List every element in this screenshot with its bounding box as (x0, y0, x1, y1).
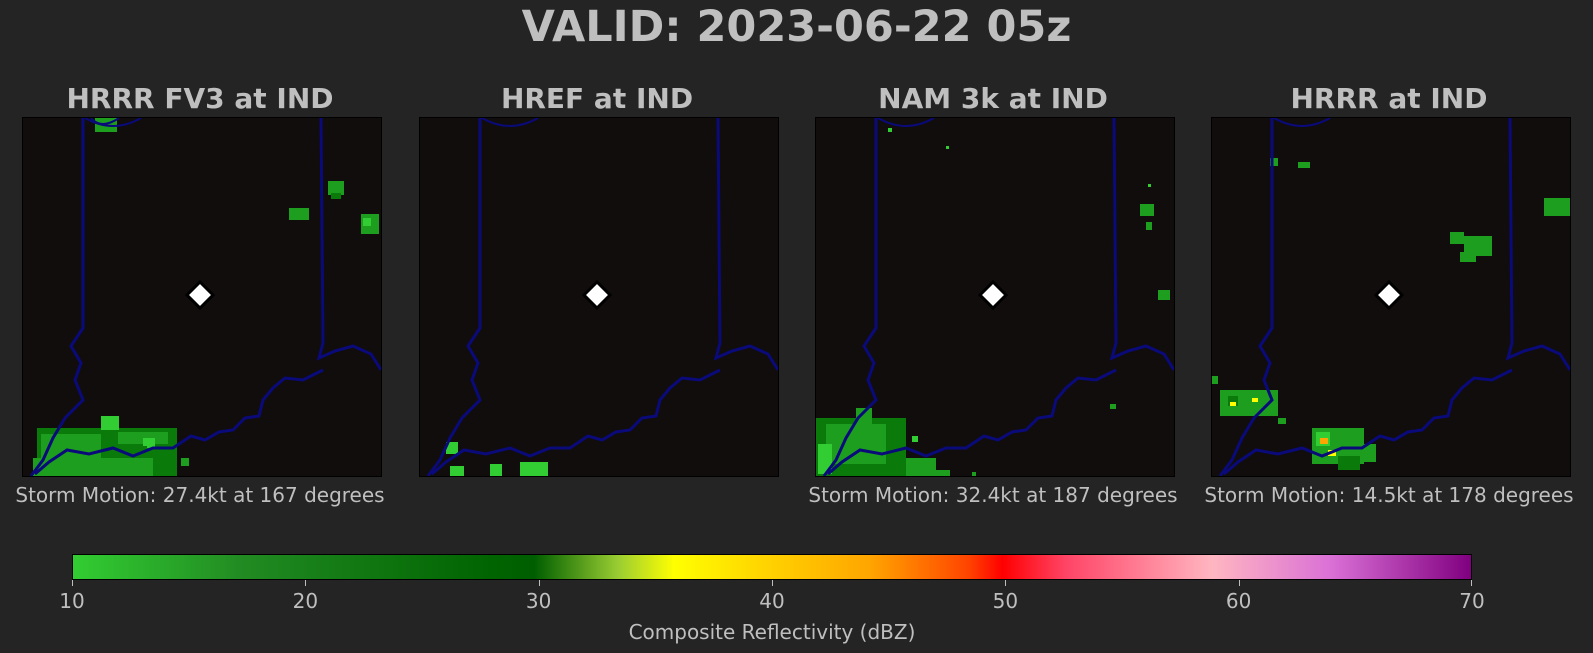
reflectivity-map (419, 117, 779, 477)
echo-cell (331, 193, 341, 199)
western-border (29, 118, 85, 476)
panel-nam-3k: NAM 3k at IND Storm Motion: 32.4kt at 18… (793, 80, 1193, 510)
echo-cell (1278, 418, 1286, 424)
echo-cells (446, 442, 548, 476)
echo-cell (936, 470, 950, 476)
chart-title: VALID: 2023-06-22 05z (521, 2, 1072, 52)
station-marker (1373, 279, 1405, 311)
echo-cell (1544, 198, 1570, 216)
colorbar-label: Composite Reflectivity (dBZ) (628, 620, 916, 644)
echo-cell (1460, 252, 1476, 262)
echo-cell (906, 458, 936, 476)
colorbar-tick-label: 50 (992, 589, 1019, 613)
echo-cell (912, 436, 918, 442)
echo-cell (363, 218, 371, 226)
colorbar-tick (1005, 580, 1007, 586)
northern-arc (1273, 118, 1331, 127)
echo-cell (1140, 204, 1154, 216)
panel-title: NAM 3k at IND (878, 82, 1108, 115)
colorbar-tick-label: 20 (292, 589, 319, 613)
panel-title: HRRR at IND (1290, 82, 1488, 115)
map-svg (426, 118, 778, 476)
colorbar-tick-label: 70 (1459, 589, 1485, 613)
northern-arc (481, 118, 539, 127)
western-border (1218, 118, 1274, 476)
echo-cell (946, 146, 949, 149)
panel-title: HREF at IND (500, 82, 694, 115)
echo-cell (1230, 402, 1236, 406)
eastern-border (316, 118, 381, 371)
echo-cell (1320, 438, 1328, 444)
colorbar-tick-label: 60 (1225, 589, 1252, 613)
colorbar-tick (1471, 580, 1472, 586)
colorbar-gradient (72, 554, 1472, 580)
station-marker (977, 279, 1009, 311)
map-svg (1212, 118, 1570, 476)
storm-motion-label: Storm Motion: 27.4kt at 167 degrees (15, 483, 385, 507)
echo-cell (1146, 222, 1152, 230)
reflectivity-map (22, 117, 382, 477)
map-svg (816, 118, 1174, 476)
panel-href: HREF at IND (397, 80, 797, 510)
colorbar-tick (305, 580, 307, 586)
panel-hrrr: HRRR at IND Storm Motion: 14.5kt at 178 … (1189, 80, 1589, 510)
storm-motion-label: Storm Motion: 32.4kt at 187 degrees (808, 483, 1178, 507)
panel-hrrr-fv3: HRRR FV3 at IND Storm Motion: 27.4kt at … (0, 80, 400, 510)
echo-cell (181, 458, 189, 466)
echo-cell (1158, 290, 1170, 300)
panel-title: HRRR FV3 at IND (66, 82, 334, 115)
echo-cell (520, 462, 548, 476)
colorbar-tick (538, 580, 540, 586)
colorbar-ticks: 10 20 30 40 50 60 70 (59, 580, 1485, 613)
northern-arc (877, 118, 935, 127)
eastern-border (1505, 118, 1570, 371)
echo-cell (1252, 398, 1258, 402)
echo-cell (1450, 232, 1464, 244)
colorbar-tick-label: 40 (759, 589, 785, 613)
station-marker (184, 279, 216, 311)
echo-cell (490, 464, 502, 476)
echo-cell (289, 208, 309, 220)
echo-cells (1212, 158, 1570, 470)
colorbar-tick (72, 580, 73, 586)
storm-motion-label: Storm Motion: 14.5kt at 178 degrees (1204, 483, 1574, 507)
eastern-border (713, 118, 778, 371)
echo-cell (450, 466, 464, 476)
echo-cell (101, 416, 119, 430)
echo-cell (1148, 184, 1151, 187)
western-border (426, 118, 482, 476)
colorbar-tick (1238, 580, 1240, 586)
colorbar-tick-label: 10 (59, 589, 85, 613)
echo-cell (826, 424, 886, 464)
station-marker (581, 279, 613, 311)
colorbar: 10 20 30 40 50 60 70 (59, 554, 1485, 613)
echo-cell (328, 181, 344, 195)
map-svg (29, 118, 381, 476)
colorbar-tick-label: 30 (525, 589, 552, 613)
echo-cell (1338, 456, 1360, 470)
eastern-border (1109, 118, 1174, 371)
echo-cell (1110, 404, 1116, 409)
reflectivity-map (815, 117, 1175, 477)
colorbar-tick (772, 580, 773, 586)
echo-cell (888, 128, 892, 132)
echo-cell (1212, 376, 1218, 384)
reflectivity-map (1211, 117, 1571, 477)
echo-cell (1298, 162, 1310, 168)
echo-cell (972, 472, 976, 476)
